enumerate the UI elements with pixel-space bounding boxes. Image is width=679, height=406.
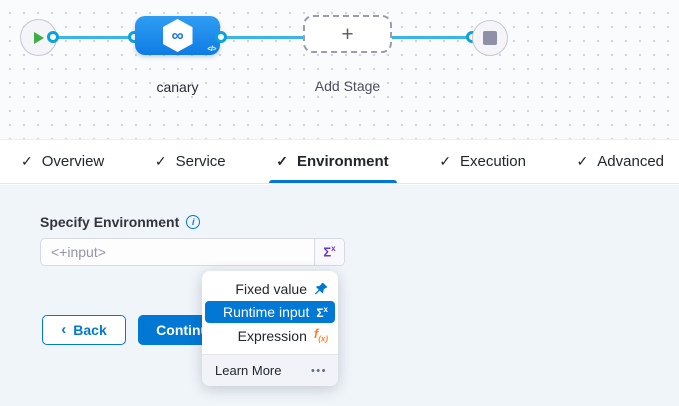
back-button[interactable]: ‹ Back — [42, 315, 126, 345]
info-icon[interactable]: i — [186, 215, 200, 229]
sigma-icon: Σx — [323, 244, 335, 259]
port-start-out — [47, 31, 59, 43]
pipeline-canvas[interactable]: ∞ </> canary + Add Stage — [0, 0, 679, 139]
tab-service[interactable]: ✓ Service — [155, 140, 226, 183]
value-type-dropdown: Fixed value Runtime input Σx Expression … — [202, 271, 338, 386]
add-stage-button[interactable]: + — [303, 15, 392, 53]
tab-label: Overview — [42, 153, 105, 170]
tab-environment[interactable]: ✓ Environment — [276, 140, 388, 183]
menu-item-runtime-input[interactable]: Runtime input Σx — [205, 301, 335, 323]
more-options-icon[interactable]: ••• — [311, 365, 327, 377]
fx-icon: f(x) — [314, 327, 328, 344]
check-icon: ✓ — [21, 153, 33, 170]
tab-advanced[interactable]: ✓ Advanced — [577, 140, 664, 183]
port-stage-out — [215, 31, 227, 43]
runtime-input-type-button[interactable]: Σx — [314, 239, 344, 265]
pin-icon — [314, 282, 328, 296]
tab-overview[interactable]: ✓ Overview — [21, 140, 104, 183]
plus-icon: + — [341, 24, 353, 45]
dropdown-footer: Learn More ••• — [202, 354, 338, 386]
tab-label: Service — [176, 153, 226, 170]
specify-environment-label: Specify Environment — [40, 214, 179, 230]
stage-name-label: canary — [135, 79, 220, 95]
check-icon: ✓ — [439, 153, 451, 170]
check-icon: ✓ — [577, 153, 589, 170]
environment-tab-panel: Specify Environment i Σx ‹ Back Continue… — [0, 185, 679, 406]
code-icon: </> — [207, 46, 216, 53]
tab-label: Execution — [460, 153, 526, 170]
tab-execution[interactable]: ✓ Execution — [439, 140, 526, 183]
pipeline-end-node — [472, 20, 508, 56]
deploy-stage-icon: ∞ — [163, 19, 193, 52]
play-icon — [32, 31, 45, 45]
environment-input[interactable] — [41, 239, 314, 265]
add-stage-label: Add Stage — [298, 78, 397, 94]
pipeline-connector-line — [52, 36, 477, 39]
sigma-icon: Σx — [316, 305, 328, 320]
stage-node-canary[interactable]: ∞ </> — [135, 16, 220, 55]
stop-icon — [483, 31, 497, 45]
stage-editor-window: ∞ </> canary + Add Stage ✓ Overview ✓ Se… — [0, 0, 679, 406]
check-icon: ✓ — [155, 153, 167, 170]
environment-input-wrapper: Σx — [40, 238, 345, 266]
tab-label: Advanced — [597, 153, 664, 170]
stage-tab-bar: ✓ Overview ✓ Service ✓ Environment ✓ Exe… — [0, 139, 679, 184]
tab-label: Environment — [297, 153, 389, 170]
chevron-left-icon: ‹ — [61, 321, 66, 338]
check-icon: ✓ — [276, 153, 288, 170]
menu-item-expression[interactable]: Expression f(x) — [202, 324, 338, 347]
menu-item-fixed-value[interactable]: Fixed value — [202, 277, 338, 300]
learn-more-link[interactable]: Learn More — [215, 363, 281, 378]
